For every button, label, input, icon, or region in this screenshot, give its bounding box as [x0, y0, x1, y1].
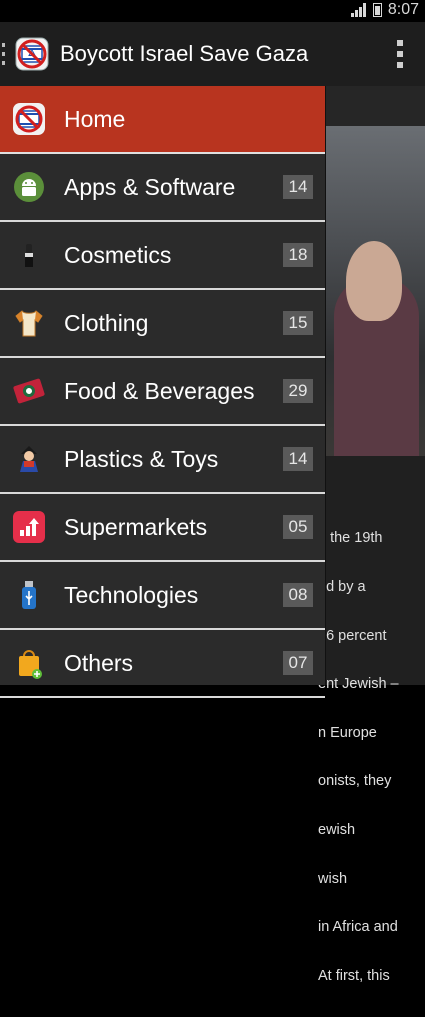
article-line: ewish: [318, 822, 356, 839]
article-line: 86 percent: [318, 627, 387, 644]
drawer-item-label: Cosmetics: [64, 241, 172, 268]
drawer-item-others[interactable]: Others 07: [0, 630, 325, 698]
article-photo: [324, 126, 425, 456]
article-line: onists, they: [318, 773, 392, 790]
item-count-badge: 18: [283, 243, 313, 267]
drawer-item-clothing[interactable]: Clothing 15: [0, 290, 325, 358]
drawer-item-home[interactable]: Home: [0, 86, 325, 154]
drawer-item-label: Plastics & Toys: [64, 445, 219, 472]
item-count-badge: 08: [283, 583, 313, 607]
drawer-indicator-icon[interactable]: [2, 43, 6, 65]
drawer-item-plastics-toys[interactable]: Plastics & Toys 14: [0, 426, 325, 494]
article-text: n the 19th ed by a 86 percent ent Jewish…: [318, 498, 425, 1017]
drawer-item-label: Technologies: [64, 581, 199, 608]
shopping-bag-icon: [19, 650, 42, 679]
item-count-badge: 05: [283, 515, 313, 539]
boycott-logo-icon: [13, 103, 45, 135]
coffee-card-icon: [13, 378, 45, 404]
drawer-item-food-beverages[interactable]: Food & Beverages 29: [0, 358, 325, 426]
drawer-item-supermarkets[interactable]: Supermarkets 05: [0, 494, 325, 562]
app-title: Boycott Israel Save Gaza: [60, 41, 309, 66]
status-time: 8:07: [387, 1, 419, 18]
signal-icon: [350, 3, 367, 17]
article-line: wish: [318, 870, 348, 887]
toy-doll-icon: [20, 446, 38, 472]
drawer-item-technologies[interactable]: Technologies 08: [0, 562, 325, 630]
article-line: At first, this: [318, 967, 390, 984]
overflow-menu-icon[interactable]: [397, 40, 403, 68]
article-line: ent Jewish –: [318, 676, 399, 693]
navigation-drawer: Home Apps & Software 14 Cosmetics 18 Clo…: [0, 86, 326, 698]
drawer-item-label: Others: [64, 649, 134, 676]
item-count-badge: 14: [283, 175, 313, 199]
drawer-item-label: Clothing: [64, 309, 149, 336]
usb-drive-icon: [22, 581, 36, 609]
drawer-item-label: Apps & Software: [64, 173, 236, 200]
drawer-item-label: Food & Beverages: [64, 377, 255, 404]
drawer-item-cosmetics[interactable]: Cosmetics 18: [0, 222, 325, 290]
android-icon: [14, 172, 44, 202]
status-bar: 8:07: [0, 0, 425, 22]
article-line: n Europe: [318, 724, 377, 741]
item-count-badge: 07: [283, 651, 313, 675]
chart-up-icon: [13, 511, 45, 543]
tshirt-icon: [15, 310, 43, 337]
drawer-item-label: Home: [64, 105, 126, 132]
battery-icon: [372, 3, 382, 17]
article-line: n the 19th: [318, 530, 383, 547]
drawer-item-label: Supermarkets: [64, 513, 208, 540]
item-count-badge: 15: [283, 311, 313, 335]
article-line: in Africa and: [318, 919, 398, 936]
article-line: ed by a: [318, 579, 366, 596]
drawer-item-apps-software[interactable]: Apps & Software 14: [0, 154, 325, 222]
item-count-badge: 14: [283, 447, 313, 471]
action-bar: Boycott Israel Save Gaza: [0, 22, 425, 86]
item-count-badge: 29: [283, 379, 313, 403]
app-logo-icon[interactable]: [14, 36, 50, 72]
lipstick-icon: [25, 244, 33, 267]
